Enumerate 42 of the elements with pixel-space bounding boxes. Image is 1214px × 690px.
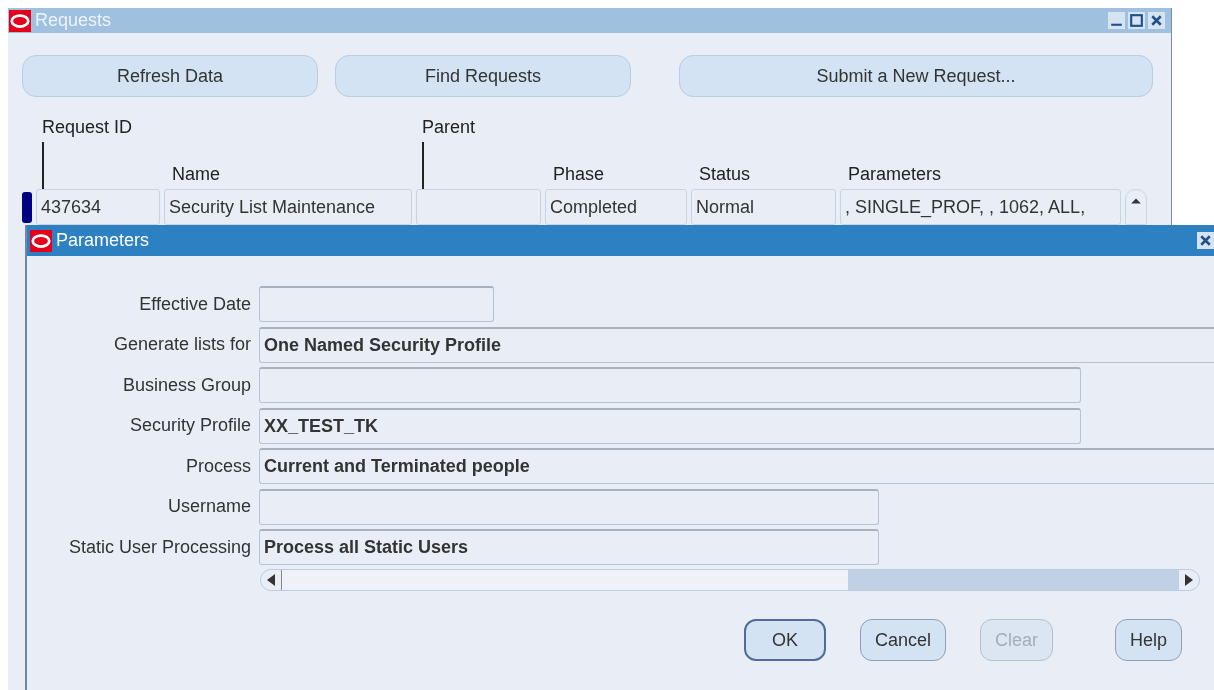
scroll-up-icon[interactable] [1130,196,1142,206]
dialog-button[interactable]: OK [744,619,826,661]
input-field[interactable]: One Named Security Profile [259,326,1214,363]
logo-icon [29,229,53,252]
table-cell[interactable] [416,189,541,225]
maximize-icon[interactable] [1128,12,1145,29]
table-cell[interactable]: Normal [691,189,836,225]
input-field[interactable]: XX_TEST_TK [259,407,1081,444]
input-field[interactable] [259,286,494,322]
logo-icon [8,9,32,32]
column-header: Parameters [848,164,942,185]
dialog-button[interactable]: Cancel [859,619,946,661]
table-cell[interactable]: Completed [545,189,687,225]
toolbar-button[interactable]: Find Requests [335,55,631,97]
dialog-button[interactable]: Help [1114,619,1182,661]
input-field[interactable]: Current and Terminated people [259,448,1214,484]
column-header: Name [172,164,220,185]
input-field[interactable] [259,488,879,525]
close-icon[interactable] [1197,232,1214,249]
table-cell[interactable]: , SINGLE_PROF, , 1062, ALL, [840,189,1121,225]
field-label: Security Profile [128,415,251,436]
minimize-icon[interactable] [1108,12,1125,29]
input-field[interactable] [259,367,1081,403]
field-label: Business Group [121,374,251,396]
column-header: Phase [553,164,605,185]
table-cell[interactable]: 437634 [36,189,160,225]
column-header: Parent [422,117,476,138]
field-label: Generate lists for [112,334,251,355]
column-header: Status [699,164,751,185]
field-label: Static User Processing [67,536,251,558]
column-header: Request ID [42,117,133,138]
table-cell[interactable]: Security List Maintenance [164,189,412,225]
input-field[interactable]: Process all Static Users [259,529,879,565]
field-label: Username [166,496,251,517]
window-title: Requests [35,10,112,31]
field-label: Effective Date [138,293,251,315]
field-label: Process [184,455,251,477]
dialog-title: Parameters [56,230,150,251]
toolbar-button[interactable]: Refresh Data [22,55,318,97]
close-icon[interactable] [1148,12,1165,29]
row-indicator[interactable] [22,192,32,223]
toolbar-button[interactable]: Submit a New Request... [679,55,1153,97]
